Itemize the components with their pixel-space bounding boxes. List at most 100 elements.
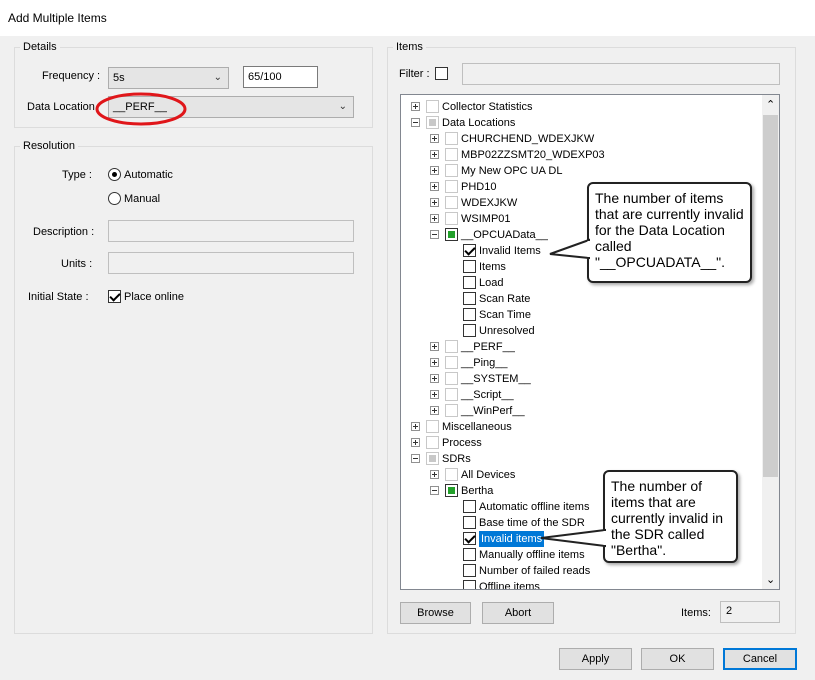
type-label: Type : [62,169,92,181]
tree-item[interactable]: Offline items [401,579,761,590]
tree-item[interactable]: Unresolved [401,323,761,339]
tree-item[interactable]: __PERF__ [401,339,761,355]
tree-item-label: __SYSTEM__ [461,373,531,385]
details-group-title: Details [20,41,60,53]
tree-checkbox[interactable] [445,356,458,369]
tree-item-label: Offline items [479,581,540,590]
abort-button[interactable]: Abort [482,602,554,624]
tree-checkbox[interactable] [463,548,476,561]
description-field[interactable] [108,220,354,242]
scroll-up-icon[interactable]: ⌃ [766,98,775,111]
scroll-down-icon[interactable]: ⌄ [766,573,775,586]
chevron-down-icon: ⌄ [213,72,222,83]
tree-item-label: My New OPC UA DL [461,165,563,177]
tree-checkbox[interactable] [463,580,476,589]
tree-checkbox[interactable] [445,404,458,417]
tree-checkbox[interactable] [463,516,476,529]
tree-item[interactable]: Data Locations [401,115,761,131]
tree-item[interactable]: SDRs [401,451,761,467]
tree-item[interactable]: Scan Time [401,307,761,323]
tree-checkbox[interactable] [426,436,439,449]
expand-icon[interactable] [411,422,420,431]
collapse-icon[interactable] [411,454,420,463]
expand-icon[interactable] [430,342,439,351]
manual-radio[interactable] [108,192,121,205]
tree-checkbox[interactable] [445,228,458,241]
collapse-icon[interactable] [430,486,439,495]
expand-icon[interactable] [430,374,439,383]
apply-button[interactable]: Apply [559,648,632,670]
filter-field[interactable] [462,63,780,85]
tree-item[interactable]: Scan Rate [401,291,761,307]
tree-item[interactable]: __Script__ [401,387,761,403]
browse-button[interactable]: Browse [400,602,471,624]
expand-icon[interactable] [411,102,420,111]
expand-icon[interactable] [430,166,439,175]
tree-checkbox[interactable] [426,452,439,465]
expand-icon[interactable] [430,358,439,367]
tree-checkbox[interactable] [463,244,476,257]
tree-item-label: SDRs [442,453,471,465]
expand-icon[interactable] [411,438,420,447]
tree-checkbox[interactable] [463,260,476,273]
tree-checkbox[interactable] [463,308,476,321]
automatic-radio[interactable] [108,168,121,181]
tree-checkbox[interactable] [463,564,476,577]
tree-checkbox[interactable] [463,292,476,305]
ok-button[interactable]: OK [641,648,714,670]
tree-item[interactable]: __Ping__ [401,355,761,371]
tree-item-label: __Script__ [461,389,514,401]
units-label: Units : [61,258,93,270]
tree-checkbox[interactable] [445,340,458,353]
tree-checkbox[interactable] [445,196,458,209]
frequency-select[interactable]: 5s ⌄ [108,67,229,89]
tree-item-label: Load [479,277,504,289]
filter-checkbox[interactable] [435,67,448,80]
tree-checkbox[interactable] [445,468,458,481]
place-online-checkbox[interactable] [108,290,121,303]
tree-checkbox[interactable] [426,116,439,129]
manual-label: Manual [124,193,161,205]
items-count-field: 2 [720,601,780,623]
expand-icon[interactable] [430,406,439,415]
expand-icon[interactable] [430,134,439,143]
tree-checkbox[interactable] [445,148,458,161]
tree-checkbox[interactable] [445,484,458,497]
tree-checkbox[interactable] [426,100,439,113]
tree-checkbox[interactable] [445,164,458,177]
tree-checkbox[interactable] [445,132,458,145]
scroll-thumb[interactable] [763,115,778,477]
tree-checkbox[interactable] [445,388,458,401]
tree-checkbox[interactable] [463,532,476,545]
tree-checkbox[interactable] [463,324,476,337]
expand-icon[interactable] [430,214,439,223]
tree-item[interactable]: CHURCHEND_WDEXJKW [401,131,761,147]
tree-item[interactable]: My New OPC UA DL [401,163,761,179]
tree-item-label: __PERF__ [461,341,515,353]
tree-item-label: Invalid items [479,531,545,547]
tree-item[interactable]: MBP02ZZSMT20_WDEXP03 [401,147,761,163]
tree-checkbox[interactable] [445,180,458,193]
expand-icon[interactable] [430,198,439,207]
tree-checkbox[interactable] [426,420,439,433]
tree-item[interactable]: __SYSTEM__ [401,371,761,387]
tree-scrollbar[interactable]: ⌃ ⌄ [762,95,779,589]
expand-icon[interactable] [430,182,439,191]
expand-icon[interactable] [430,470,439,479]
units-field[interactable] [108,252,354,274]
expand-icon[interactable] [430,150,439,159]
tree-item[interactable]: Number of failed reads [401,563,761,579]
collapse-icon[interactable] [411,118,420,127]
tree-item[interactable]: Miscellaneous [401,419,761,435]
expand-icon[interactable] [430,390,439,399]
cancel-button[interactable]: Cancel [723,648,797,670]
tree-checkbox[interactable] [445,372,458,385]
tree-checkbox[interactable] [463,276,476,289]
tree-checkbox[interactable] [445,212,458,225]
tree-item[interactable]: __WinPerf__ [401,403,761,419]
tree-checkbox[interactable] [463,500,476,513]
tree-item[interactable]: Process [401,435,761,451]
tree-item[interactable]: Collector Statistics [401,99,761,115]
collapse-icon[interactable] [430,230,439,239]
tree-item-label: Scan Rate [479,293,531,305]
